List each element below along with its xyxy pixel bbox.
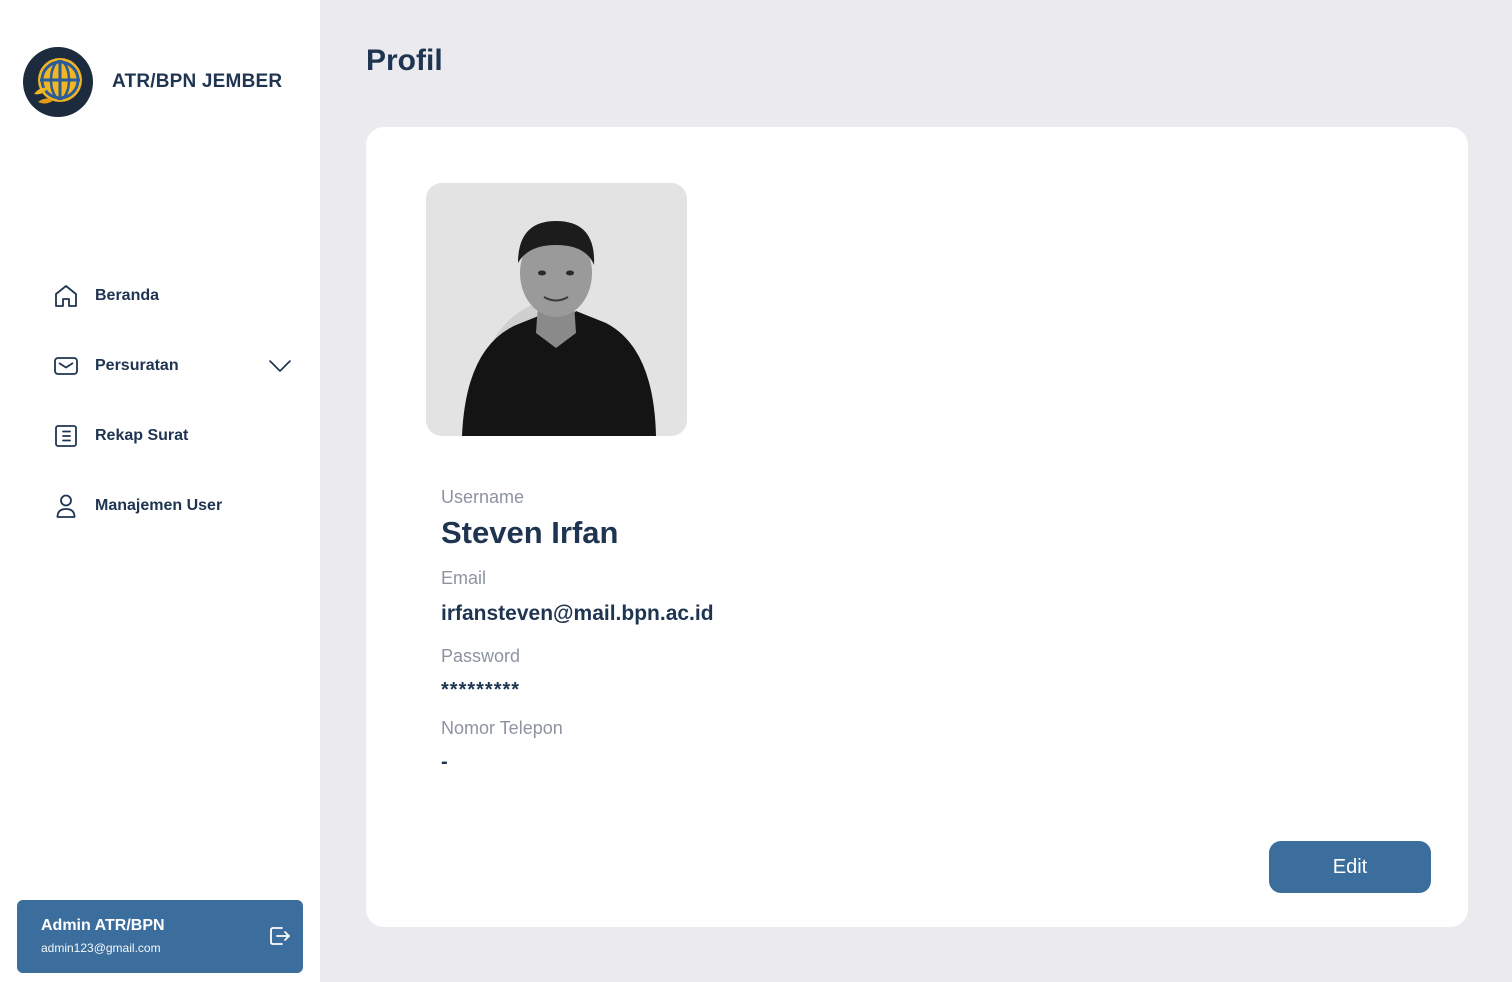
user-card: Admin ATR/BPN admin123@gmail.com [17, 900, 303, 973]
logo-icon [23, 47, 93, 117]
password-label: Password [441, 646, 521, 666]
phone-value: - [441, 751, 449, 773]
profile-photo [426, 183, 687, 436]
sidebar-item-beranda[interactable]: Beranda [52, 279, 292, 313]
logout-icon[interactable] [267, 923, 293, 949]
brand-name: ATR/BPN JEMBER [112, 71, 283, 92]
document-list-icon [52, 422, 80, 450]
user-email: admin123@gmail.com [41, 941, 161, 955]
sidebar-item-rekap-surat[interactable]: Rekap Surat [52, 419, 292, 453]
chevron-down-icon[interactable] [268, 354, 292, 378]
sidebar-item-persuratan[interactable]: Persuratan [52, 349, 292, 383]
user-name: Admin ATR/BPN [41, 917, 165, 934]
home-icon [52, 282, 80, 310]
sidebar: ATR/BPN JEMBER Beranda Persuratan Rekap … [0, 0, 320, 982]
sidebar-item-label: Persuratan [95, 357, 179, 374]
brand: ATR/BPN JEMBER [23, 47, 282, 117]
email-label: Email [441, 568, 487, 588]
profile-card: Username Steven Irfan Email irfansteven@… [366, 127, 1468, 927]
edit-button[interactable]: Edit [1269, 841, 1431, 893]
page-title: Profil [366, 44, 443, 77]
main-nav: Beranda Persuratan Rekap Surat Manajemen… [52, 279, 292, 559]
email-value: irfansteven@mail.bpn.ac.id [441, 602, 714, 625]
sidebar-item-label: Manajemen User [95, 497, 223, 514]
phone-label: Nomor Telepon [441, 718, 563, 738]
mail-icon [52, 352, 80, 380]
sidebar-item-manajemen-user[interactable]: Manajemen User [52, 489, 292, 523]
username-value: Steven Irfan [441, 515, 619, 550]
sidebar-item-label: Beranda [95, 287, 160, 304]
password-value: ********* [441, 679, 521, 701]
user-icon [52, 492, 80, 520]
username-label: Username [441, 487, 525, 507]
sidebar-item-label: Rekap Surat [95, 427, 189, 444]
